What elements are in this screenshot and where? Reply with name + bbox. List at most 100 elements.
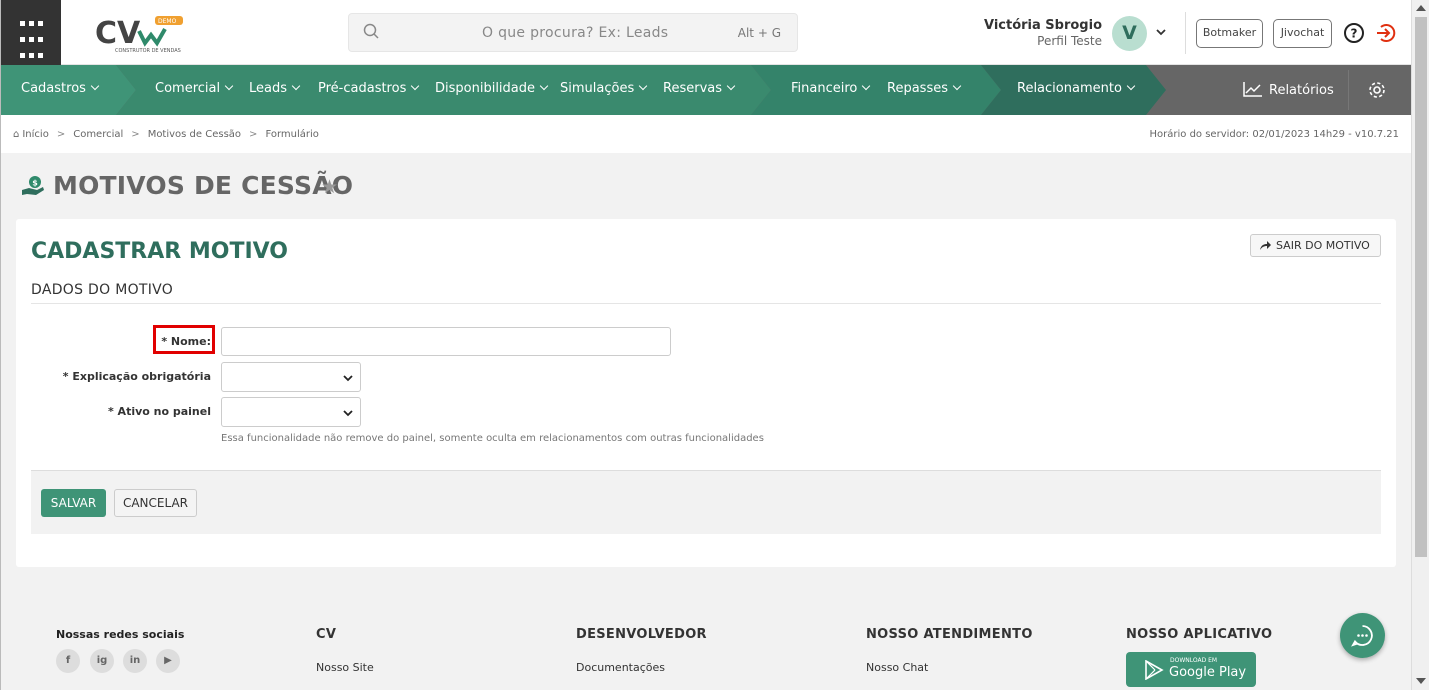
chevron-down-icon <box>638 81 648 91</box>
footer-dev-title: DESENVOLVEDOR <box>576 627 707 642</box>
nav-relacionamento[interactable]: Relacionamento <box>1017 81 1136 96</box>
form-heading: CADASTRAR MOTIVO <box>31 239 289 264</box>
nav-label: Simulações <box>560 81 635 96</box>
nav-repasses[interactable]: Repasses <box>887 81 962 96</box>
active-help-text: Essa funcionalidade não remove do painel… <box>221 433 764 444</box>
divider <box>1185 12 1186 54</box>
breadcrumb-item-formulario: Formulário <box>265 129 319 140</box>
chevron-down-icon <box>90 81 100 91</box>
gear-icon[interactable] <box>1367 80 1387 100</box>
logout-icon[interactable] <box>1375 22 1397 44</box>
chevron-down-icon <box>411 81 420 91</box>
play-store-icon <box>1145 660 1164 680</box>
nav-disponibilidade[interactable]: Disponibilidade <box>435 81 549 96</box>
nav-label: Leads <box>249 81 288 96</box>
form-actions: SALVAR CANCELAR <box>31 470 1381 534</box>
footer-link-docs[interactable]: Documentações <box>576 661 665 674</box>
nav-label: Relatórios <box>1269 83 1334 98</box>
chevron-down-icon <box>291 81 301 91</box>
chat-fab[interactable] <box>1340 613 1385 658</box>
cancel-button[interactable]: CANCELAR <box>114 489 197 517</box>
footer-link-chat[interactable]: Nosso Chat <box>866 661 928 674</box>
google-play-small: DOWNLOAD EM <box>1170 657 1218 664</box>
server-time: Horário do servidor: 02/01/2023 14h29 - … <box>1149 129 1399 140</box>
apps-menu-icon[interactable] <box>1 0 61 65</box>
nav-cadastros[interactable]: Cadastros <box>21 81 100 96</box>
nav-label: Repasses <box>887 81 948 96</box>
chevron-down-icon <box>343 410 353 417</box>
search-icon <box>363 23 379 39</box>
main-nav: Cadastros Comercial Leads Pré-cadastros … <box>1 65 1411 115</box>
cv-logo[interactable]: CV DEMO CONSTRUTOR DE VENDAS <box>95 13 187 55</box>
nav-label: Reservas <box>663 81 722 96</box>
name-label: * Nome: <box>161 335 211 348</box>
facebook-icon[interactable]: f <box>56 649 80 673</box>
chevron-down-icon <box>952 81 962 91</box>
nav-label: Financeiro <box>791 81 858 96</box>
section-title: DADOS DO MOTIVO <box>31 282 174 298</box>
linkedin-icon[interactable]: in <box>123 649 147 673</box>
chevron-down-icon <box>539 81 549 91</box>
hand-money-icon: $ <box>22 176 44 195</box>
jivochat-button[interactable]: Jivochat <box>1273 19 1332 48</box>
nav-comercial[interactable]: Comercial <box>155 81 234 96</box>
page-title: MOTIVOS DE CESSÃO <box>53 171 354 200</box>
footer-social-title: Nossas redes sociais <box>56 628 185 641</box>
botmaker-button[interactable]: Botmaker <box>1196 19 1263 48</box>
user-info[interactable]: Victória Sbrogio Perfil Teste <box>984 18 1102 48</box>
nav-leads[interactable]: Leads <box>249 81 301 96</box>
breadcrumb: ⌂ Início > Comercial > Motivos de Cessão > Form… <box>1 115 1411 153</box>
avatar[interactable]: V <box>1112 16 1147 51</box>
breadcrumb-item-comercial[interactable]: Comercial <box>73 129 123 140</box>
nav-financeiro[interactable]: Financeiro <box>791 81 871 96</box>
nav-relatorios[interactable]: Relatórios <box>1243 81 1334 98</box>
form-card: CADASTRAR MOTIVO SAIR DO MOTIVO DADOS DO… <box>16 219 1396 567</box>
svg-text:$: $ <box>32 179 38 188</box>
explanation-select[interactable] <box>221 362 361 392</box>
vertical-scrollbar[interactable] <box>1411 0 1429 690</box>
nav-label: Comercial <box>155 81 221 96</box>
scrollbar-thumb[interactable] <box>1415 17 1427 557</box>
top-header: CV DEMO CONSTRUTOR DE VENDAS O que procu… <box>1 0 1411 65</box>
nav-label: Relacionamento <box>1017 81 1122 96</box>
help-icon[interactable]: ? <box>1343 22 1365 44</box>
breadcrumb-item-inicio[interactable]: Início <box>22 129 48 140</box>
nav-label: Cadastros <box>21 81 86 96</box>
youtube-icon[interactable]: ▶ <box>156 649 180 673</box>
google-play-label: Google Play <box>1169 665 1247 680</box>
chart-line-icon <box>1243 82 1262 97</box>
logo-subtitle: CONSTRUTOR DE VENDAS <box>115 48 181 54</box>
footer-cv-title: CV <box>316 627 337 642</box>
active-select[interactable] <box>221 397 361 427</box>
exit-motivo-button[interactable]: SAIR DO MOTIVO <box>1250 234 1381 257</box>
chevron-down-icon[interactable] <box>1155 26 1167 38</box>
user-profile: Perfil Teste <box>1037 34 1102 48</box>
explanation-label: * Explicação obrigatória <box>62 370 211 383</box>
footer-link-site[interactable]: Nosso Site <box>316 661 374 674</box>
search-input[interactable]: O que procura? Ex: Leads Alt + G <box>348 13 798 52</box>
chevron-down-icon <box>862 81 871 91</box>
search-shortcut: Alt + G <box>737 26 781 40</box>
active-label: * Ativo no painel <box>107 405 211 418</box>
google-play-button[interactable]: DOWNLOAD EM Google Play <box>1126 652 1256 687</box>
footer-app-title: NOSSO APLICATIVO <box>1126 627 1273 642</box>
search-placeholder: O que procura? Ex: Leads <box>482 25 669 41</box>
nav-reservas[interactable]: Reservas <box>663 81 736 96</box>
chevron-down-icon <box>224 81 234 91</box>
share-arrow-icon <box>1260 241 1271 250</box>
chevron-right-icon: > <box>56 129 66 140</box>
exit-motivo-label: SAIR DO MOTIVO <box>1276 239 1370 252</box>
instagram-icon[interactable]: ig <box>90 649 114 673</box>
favorite-star-icon[interactable]: ★ <box>321 176 338 198</box>
app-window: CV DEMO CONSTRUTOR DE VENDAS O que procu… <box>0 0 1411 690</box>
chevron-down-icon <box>343 375 353 382</box>
name-input[interactable] <box>221 327 671 356</box>
logo-text: CV <box>95 16 141 51</box>
breadcrumb-item-motivos[interactable]: Motivos de Cessão <box>148 129 241 140</box>
chevron-down-icon <box>1126 81 1136 91</box>
nav-pre-cadastros[interactable]: Pré-cadastros <box>318 81 420 96</box>
scroll-up-arrow-icon[interactable] <box>1416 5 1426 11</box>
scroll-down-arrow-icon[interactable] <box>1416 678 1426 684</box>
save-button[interactable]: SALVAR <box>41 489 106 517</box>
nav-simulacoes[interactable]: Simulações <box>560 81 648 96</box>
